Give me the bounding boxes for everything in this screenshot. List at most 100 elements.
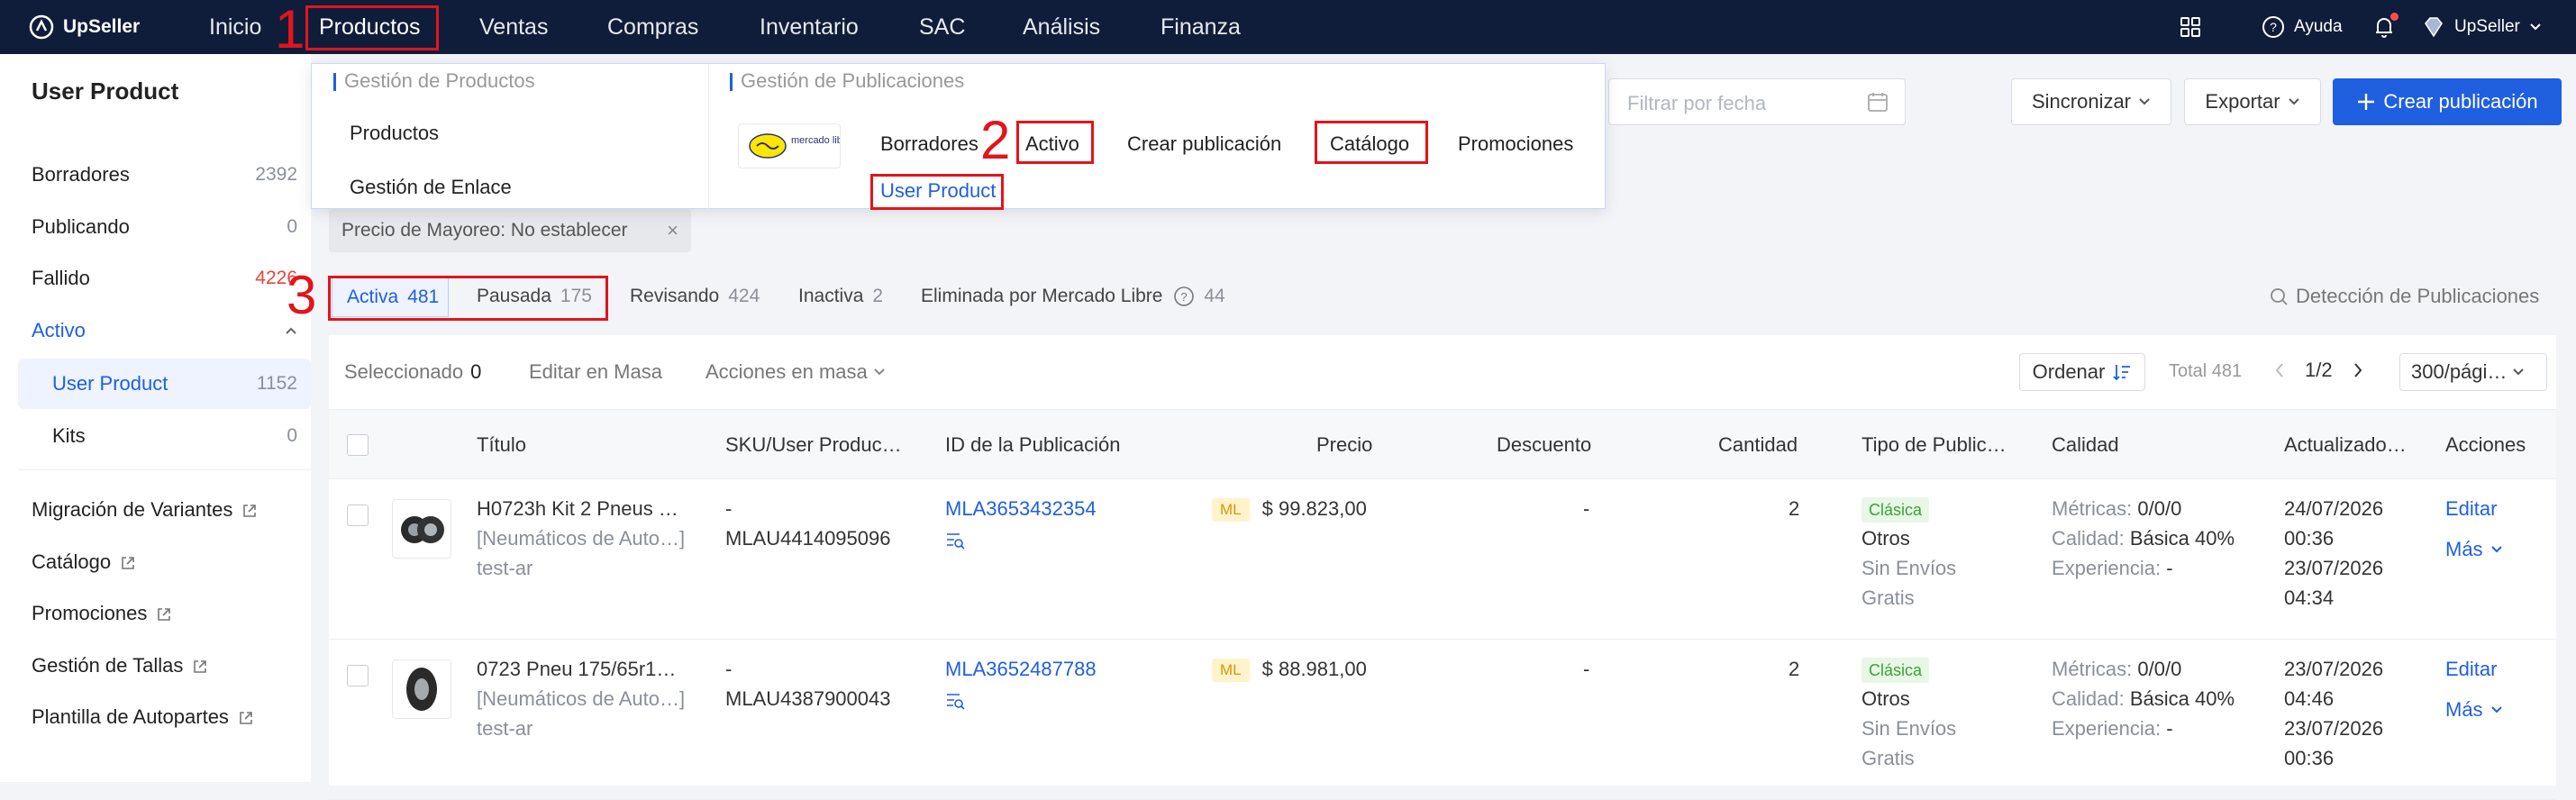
col-id[interactable]: ID de la Publicación: [945, 410, 1120, 480]
menu-item-promociones[interactable]: Promociones: [1458, 132, 1573, 156]
shipping-line: Gratis: [1861, 586, 1915, 609]
sidebar-item-user-product[interactable]: User Product 1152: [18, 359, 311, 409]
svg-text:?: ?: [2270, 20, 2277, 34]
menu-section-header: Gestión de Productos: [333, 69, 535, 93]
col-updated[interactable]: Actualizado…: [2284, 410, 2407, 480]
tab-revisando[interactable]: Revisando 424: [630, 276, 760, 317]
listing-detail-icon[interactable]: [945, 532, 965, 550]
listings-panel: Seleccionado 0 Editar en Masa Acciones en…: [329, 335, 2556, 800]
close-icon[interactable]: ×: [667, 219, 678, 242]
col-discount[interactable]: Descuento: [1497, 410, 1591, 480]
nav-sac[interactable]: SAC: [919, 0, 965, 54]
user-product-id: MLAU4414095096: [725, 527, 891, 550]
apps-grid-icon[interactable]: [2180, 0, 2201, 54]
app-name: UpSeller: [63, 16, 141, 37]
sidebar-item-activo[interactable]: Activo: [18, 305, 311, 356]
product-title[interactable]: 0723 Pneu 175/65r1…: [477, 654, 676, 684]
export-button[interactable]: Exportar: [2184, 78, 2321, 125]
product-thumbnail[interactable]: [392, 659, 451, 719]
sidebar-link-migracion[interactable]: Migración de Variantes: [18, 485, 311, 535]
sidebar-item-label: Borradores: [32, 163, 130, 186]
sort-label: Ordenar: [2032, 360, 2106, 383]
bell-icon[interactable]: [2373, 0, 2395, 54]
nav-compras[interactable]: Compras: [607, 0, 698, 54]
date-filter-input[interactable]: Filtrar por fecha: [1608, 78, 1906, 125]
row-checkbox[interactable]: [347, 505, 369, 526]
sidebar-link-tallas[interactable]: Gestión de Tallas: [18, 641, 311, 691]
account-menu[interactable]: UpSeller: [2422, 0, 2542, 54]
more-label: Más: [2445, 698, 2483, 721]
nav-ventas[interactable]: Ventas: [479, 0, 548, 54]
menu-item-borradores[interactable]: Borradores: [880, 132, 979, 156]
sidebar-link-autopartes[interactable]: Plantilla de Autopartes: [18, 692, 311, 742]
menu-item-crear-publicacion[interactable]: Crear publicación: [1127, 132, 1281, 156]
product-title[interactable]: H0723h Kit 2 Pneus …: [477, 494, 678, 523]
listing-detail-icon[interactable]: [945, 692, 965, 710]
tab-eliminada[interactable]: Eliminada por Mercado Libre ? 44: [921, 276, 1225, 317]
row-checkbox[interactable]: [347, 665, 369, 686]
nav-inventario[interactable]: Inventario: [760, 0, 859, 54]
listing-id-link[interactable]: MLA3652487788: [945, 654, 1097, 684]
selected-value: 0: [470, 360, 482, 383]
col-quality[interactable]: Calidad: [2052, 410, 2119, 480]
sidebar-item-label: Kits: [52, 424, 86, 447]
col-quantity[interactable]: Cantidad: [1718, 410, 1798, 480]
sidebar-title: User Product: [32, 77, 179, 105]
sidebar-item-publicando[interactable]: Publicando 0: [18, 202, 311, 252]
help-link[interactable]: ? Ayuda: [2262, 0, 2343, 54]
tab-inactiva[interactable]: Inactiva 2: [798, 276, 883, 317]
sync-button[interactable]: Sincronizar: [2011, 78, 2171, 125]
sidebar-item-kits[interactable]: Kits 0: [18, 411, 311, 461]
edit-link[interactable]: Editar: [2445, 654, 2497, 684]
edit-link[interactable]: Editar: [2445, 494, 2497, 523]
notification-dot: [2390, 13, 2399, 21]
page-size-select[interactable]: 300/pági…: [2399, 353, 2547, 391]
filter-chip: Precio de Mayoreo: No establecer ×: [329, 209, 691, 252]
product-thumbnail[interactable]: [392, 499, 451, 559]
nav-finanza[interactable]: Finanza: [1161, 0, 1241, 54]
quality: Calidad: Básica 40%: [2052, 684, 2235, 714]
quality: Calidad: Básica 40%: [2052, 523, 2235, 553]
listing-id-link[interactable]: MLA3653432354: [945, 494, 1097, 523]
col-price[interactable]: Precio: [1316, 410, 1372, 480]
updated-date: 23/07/2026: [2284, 658, 2384, 680]
mercado-libre-logo: mercado libre: [738, 123, 841, 168]
next-page-icon[interactable]: [2353, 362, 2363, 378]
sort-button[interactable]: Ordenar: [2019, 353, 2145, 391]
experience-label: Experiencia:: [2052, 557, 2162, 579]
menu-item-productos[interactable]: Productos: [350, 122, 439, 145]
more-actions-dropdown[interactable]: Más: [2445, 534, 2503, 564]
ml-badge: ML: [1212, 659, 1250, 683]
sidebar-item-label: Publicando: [32, 215, 130, 238]
col-type[interactable]: Tipo de Public…: [1861, 410, 2007, 480]
sidebar-item-borradores[interactable]: Borradores 2392: [18, 150, 311, 200]
prev-page-icon[interactable]: [2274, 362, 2285, 378]
nav-inicio[interactable]: Inicio: [209, 0, 261, 54]
sidebar-item-fallido[interactable]: Fallido 4226: [18, 253, 311, 304]
sidebar-link-catalogo[interactable]: Catálogo: [18, 537, 311, 587]
sort-icon: [2112, 362, 2132, 382]
experience: Experiencia: -: [2052, 553, 2173, 583]
detection-label: Detección de Publicaciones: [2296, 285, 2540, 307]
col-sku[interactable]: SKU/User Produc…: [725, 410, 902, 480]
annotation-box-activo: [1016, 121, 1094, 164]
nav-analisis[interactable]: Análisis: [1023, 0, 1100, 54]
sidebar-divider: [18, 469, 311, 470]
bulk-edit-button[interactable]: Editar en Masa: [529, 360, 662, 384]
more-actions-dropdown[interactable]: Más: [2445, 695, 2503, 724]
metrics-value: 0/0/0: [2137, 497, 2182, 520]
app-logo[interactable]: UpSeller: [29, 13, 140, 41]
sync-label: Sincronizar: [2031, 90, 2132, 113]
select-all-checkbox[interactable]: [347, 434, 369, 456]
sidebar-item-count: 0: [287, 216, 297, 237]
bulk-actions-dropdown[interactable]: Acciones en masa: [705, 360, 886, 384]
sidebar-link-promociones[interactable]: Promociones: [18, 588, 311, 639]
detection-link[interactable]: Detección de Publicaciones: [2269, 276, 2539, 317]
quality-value: Básica 40%: [2129, 687, 2235, 710]
filter-chip-label: Precio de Mayoreo: No establecer: [341, 220, 628, 241]
created-date: 23/07/2026: [2284, 557, 2384, 579]
create-listing-button[interactable]: Crear publicación: [2333, 78, 2562, 125]
col-title[interactable]: Título: [477, 410, 526, 480]
metrics: Métricas: 0/0/0: [2052, 654, 2181, 684]
menu-item-gestion-enlace[interactable]: Gestión de Enlace: [350, 176, 512, 199]
